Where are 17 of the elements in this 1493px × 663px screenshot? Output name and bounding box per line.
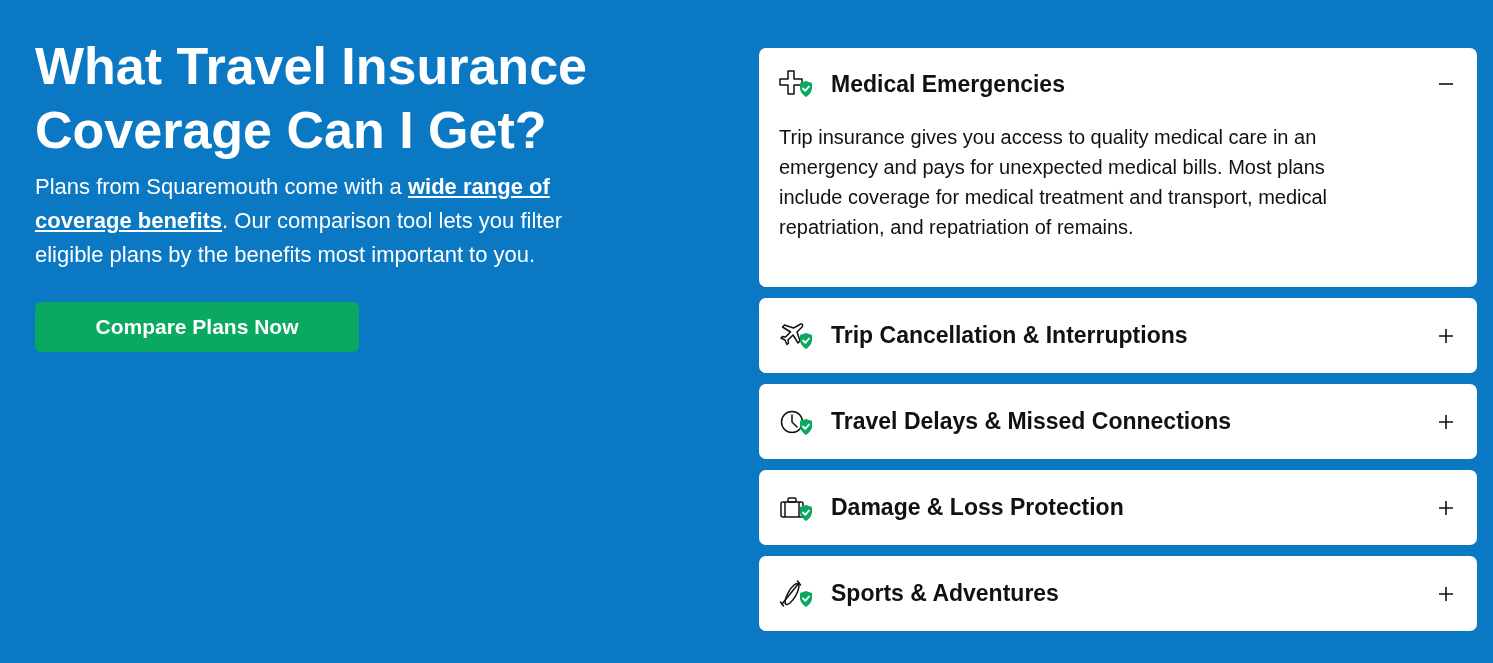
plus-icon bbox=[1439, 586, 1453, 601]
plus-icon bbox=[1439, 500, 1453, 515]
benefits-link[interactable]: coverage benefits bbox=[35, 208, 223, 233]
plus-icon bbox=[1439, 328, 1453, 343]
cross-shield-icon bbox=[779, 69, 813, 99]
accordion-header[interactable]: Travel Delays & Missed Connections bbox=[759, 384, 1477, 459]
plus-icon bbox=[1439, 414, 1453, 429]
accordion-header[interactable]: Trip Cancellation & Interruptions bbox=[759, 298, 1477, 373]
section-title: What Travel Insurance Coverage Can I Get? bbox=[35, 36, 588, 161]
accordion-header[interactable]: Damage & Loss Protection bbox=[759, 470, 1477, 545]
accordion-header[interactable]: Sports & Adventures bbox=[759, 556, 1477, 631]
benefits-link[interactable]: wide range of bbox=[407, 174, 550, 199]
accordion-header[interactable]: Medical Emergencies bbox=[759, 48, 1477, 120]
paddle-shield-icon bbox=[779, 578, 813, 609]
accordion-body-text: Trip insurance gives you access to quality medical care in an emergency and pays for unexpected medical bills. Most plans include coverage for medical treatment and transport, medical repatriation, and repatriation of remains. bbox=[778, 125, 1329, 240]
intro-paragraph: Plans from Squaremouth come with a wide range of coverage benefits. Our comparison tool lets you filter eligible plans by the benefits most important to you. bbox=[35, 173, 563, 269]
plane-shield-icon bbox=[779, 320, 813, 351]
